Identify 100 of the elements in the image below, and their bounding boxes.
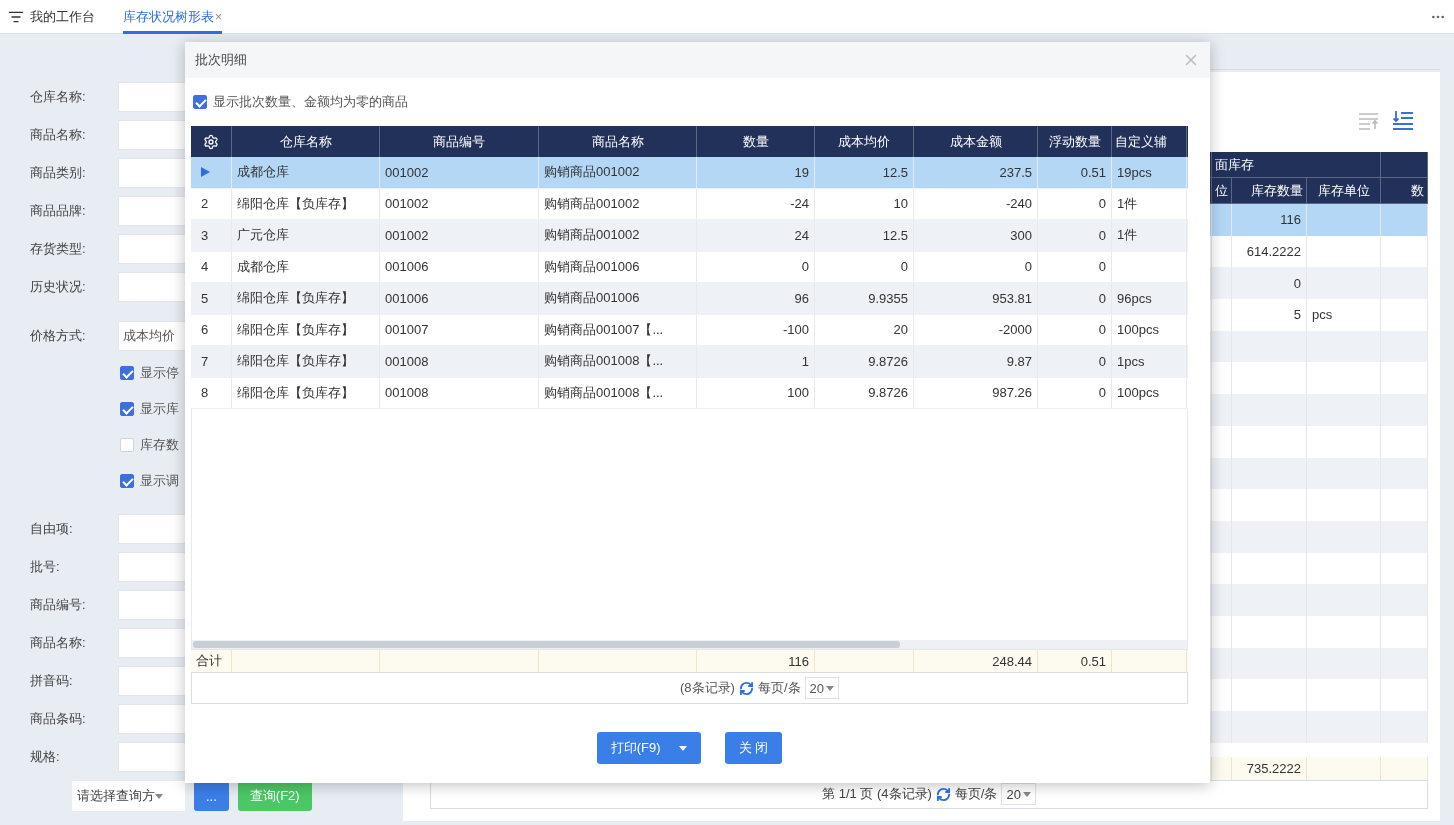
input-field[interactable] bbox=[118, 196, 185, 226]
table-row[interactable]: 成都仓库 001002 购销商品001002 19 12.5 237.5 0.51 19pcs bbox=[191, 157, 1188, 189]
checkbox[interactable] bbox=[120, 474, 134, 488]
table-cell: 绵阳仓库【负库存】 bbox=[232, 188, 380, 219]
input-field[interactable] bbox=[118, 666, 185, 696]
field-label: 历史状况: bbox=[30, 278, 87, 296]
table-cell: 1pcs bbox=[1112, 346, 1187, 377]
checkbox[interactable] bbox=[120, 366, 134, 380]
table-cell: 购销商品001002 bbox=[539, 220, 697, 251]
total-cell: 735.2222 bbox=[1232, 756, 1307, 780]
row-number: 6 bbox=[201, 322, 209, 338]
field-label: 自由项: bbox=[30, 520, 74, 538]
table-row[interactable]: 7 绵阳仓库【负库存】 001008 购销商品001008【... 1 9.8726 9.87 0 1pcs bbox=[191, 346, 1188, 378]
table-row[interactable]: 4 成都仓库 001006 购销商品001006 0 0 0 0 bbox=[191, 251, 1188, 283]
table-cell: 0 bbox=[1038, 251, 1112, 282]
print-button[interactable]: 打印(F9) bbox=[596, 732, 701, 764]
input-field[interactable] bbox=[118, 552, 185, 582]
table-cell: 001007 bbox=[380, 314, 539, 345]
sort-ascending-icon[interactable] bbox=[1358, 110, 1380, 130]
input-field[interactable] bbox=[118, 590, 185, 620]
per-page-select[interactable]: 20 bbox=[804, 677, 839, 699]
checkbox-label: 显示库 bbox=[140, 400, 179, 418]
checkbox-label: 显示调 bbox=[140, 472, 179, 490]
table-cell: 购销商品001006 bbox=[539, 251, 697, 282]
more-button[interactable]: ... bbox=[194, 781, 229, 811]
table-cell: 0.51 bbox=[1038, 157, 1112, 188]
close-button[interactable]: 关 闭 bbox=[724, 732, 783, 764]
row-number: 2 bbox=[201, 196, 209, 212]
table-cell: -2000 bbox=[914, 314, 1038, 345]
table-cell: 5 bbox=[1232, 299, 1307, 331]
input-field[interactable] bbox=[118, 82, 185, 112]
totals-label: 合计 bbox=[191, 650, 232, 672]
row-number: 7 bbox=[201, 353, 209, 369]
row-number: 4 bbox=[201, 259, 209, 275]
input-field[interactable] bbox=[118, 704, 185, 734]
table-cell: 成都仓库 bbox=[232, 157, 380, 188]
field-label: 商品名称: bbox=[30, 126, 87, 144]
field-label: 规格: bbox=[30, 748, 61, 766]
table-cell: 绵阳仓库【负库存】 bbox=[232, 377, 380, 408]
input-field[interactable] bbox=[118, 742, 185, 772]
query-mode-select[interactable]: 请选择查询方 bbox=[72, 781, 185, 811]
table-row[interactable]: 6 绵阳仓库【负库存】 001007 购销商品001007【... -100 20 -2000 0 100pcs bbox=[191, 314, 1188, 346]
table-cell: 绵阳仓库【负库存】 bbox=[232, 283, 380, 314]
table-cell: 237.5 bbox=[914, 157, 1038, 188]
table-row[interactable]: 8 绵阳仓库【负库存】 001008 购销商品001008【... 100 9.8726 987.26 0 100pcs bbox=[191, 377, 1188, 409]
table-cell: 20 bbox=[815, 314, 914, 345]
caret-icon bbox=[826, 685, 834, 691]
table-cell: 0 bbox=[697, 251, 815, 282]
table-cell: 购销商品001002 bbox=[539, 188, 697, 219]
input-field[interactable] bbox=[118, 272, 185, 302]
table-row[interactable]: 2 绵阳仓库【负库存】 001002 购销商品001002 -24 10 -240 0 1件 bbox=[191, 188, 1188, 220]
table-cell: -100 bbox=[697, 314, 815, 345]
table-cell: 9.9355 bbox=[815, 283, 914, 314]
table-cell: 9.8726 bbox=[815, 346, 914, 377]
table-cell: 987.26 bbox=[914, 377, 1038, 408]
table-cell: 购销商品001007【... bbox=[539, 314, 697, 345]
table-cell: 001006 bbox=[380, 283, 539, 314]
checkbox[interactable] bbox=[193, 95, 207, 109]
column-group-header: 面库存 bbox=[1212, 152, 1381, 177]
table-cell: -240 bbox=[914, 188, 1038, 219]
column-header: 数 bbox=[1381, 178, 1428, 203]
record-count: (8条记录) bbox=[680, 679, 735, 697]
table-cell: 购销商品001006 bbox=[539, 283, 697, 314]
price-select[interactable]: 成本均价 bbox=[118, 321, 185, 351]
field-label: 商品条码: bbox=[30, 710, 87, 728]
page-tab[interactable]: 库存状况树形表× bbox=[123, 0, 222, 34]
field-label: 商品编号: bbox=[30, 596, 87, 614]
refresh-icon[interactable] bbox=[935, 786, 951, 802]
table-cell: 9.87 bbox=[914, 346, 1038, 377]
page-info: 第 1/1 页 (4条记录) bbox=[822, 785, 932, 804]
table-row[interactable]: 3 广元仓库 001002 购销商品001002 24 12.5 300 0 1件 bbox=[191, 220, 1188, 252]
input-field[interactable] bbox=[118, 158, 185, 188]
table-cell: 19pcs bbox=[1112, 157, 1187, 188]
total-cell: 116 bbox=[697, 650, 815, 672]
input-field[interactable] bbox=[118, 120, 185, 150]
per-page-select[interactable]: 20 bbox=[1001, 783, 1036, 806]
column-header: 库存数量 bbox=[1232, 178, 1307, 203]
field-label: 拼音码: bbox=[30, 672, 74, 690]
row-number: 5 bbox=[201, 290, 209, 306]
sort-descending-icon[interactable] bbox=[1392, 110, 1414, 130]
refresh-icon[interactable] bbox=[738, 680, 754, 696]
horizontal-scrollbar[interactable] bbox=[192, 640, 1187, 649]
table-cell: 1件 bbox=[1112, 188, 1187, 219]
input-field[interactable] bbox=[118, 514, 185, 544]
table-cell: 116 bbox=[1232, 204, 1307, 236]
settings-icon[interactable] bbox=[203, 133, 219, 150]
table-cell: 001002 bbox=[380, 157, 539, 188]
input-field[interactable] bbox=[118, 234, 185, 264]
table-cell: 9.8726 bbox=[815, 377, 914, 408]
caret-icon bbox=[678, 745, 687, 751]
table-cell: 0 bbox=[815, 251, 914, 282]
checkbox-label: 库存数 bbox=[140, 436, 179, 454]
home-link[interactable]: 我的工作台 bbox=[30, 7, 95, 26]
checkbox[interactable] bbox=[120, 402, 134, 416]
field-label: 商品名称: bbox=[30, 634, 87, 652]
table-cell: 96pcs bbox=[1112, 283, 1187, 314]
table-row[interactable]: 5 绵阳仓库【负库存】 001006 购销商品001006 96 9.9355 953.81 0 96pcs bbox=[191, 283, 1188, 315]
table-cell: 100 bbox=[697, 377, 815, 408]
table-cell: 1 bbox=[697, 346, 815, 377]
input-field[interactable] bbox=[118, 628, 185, 658]
